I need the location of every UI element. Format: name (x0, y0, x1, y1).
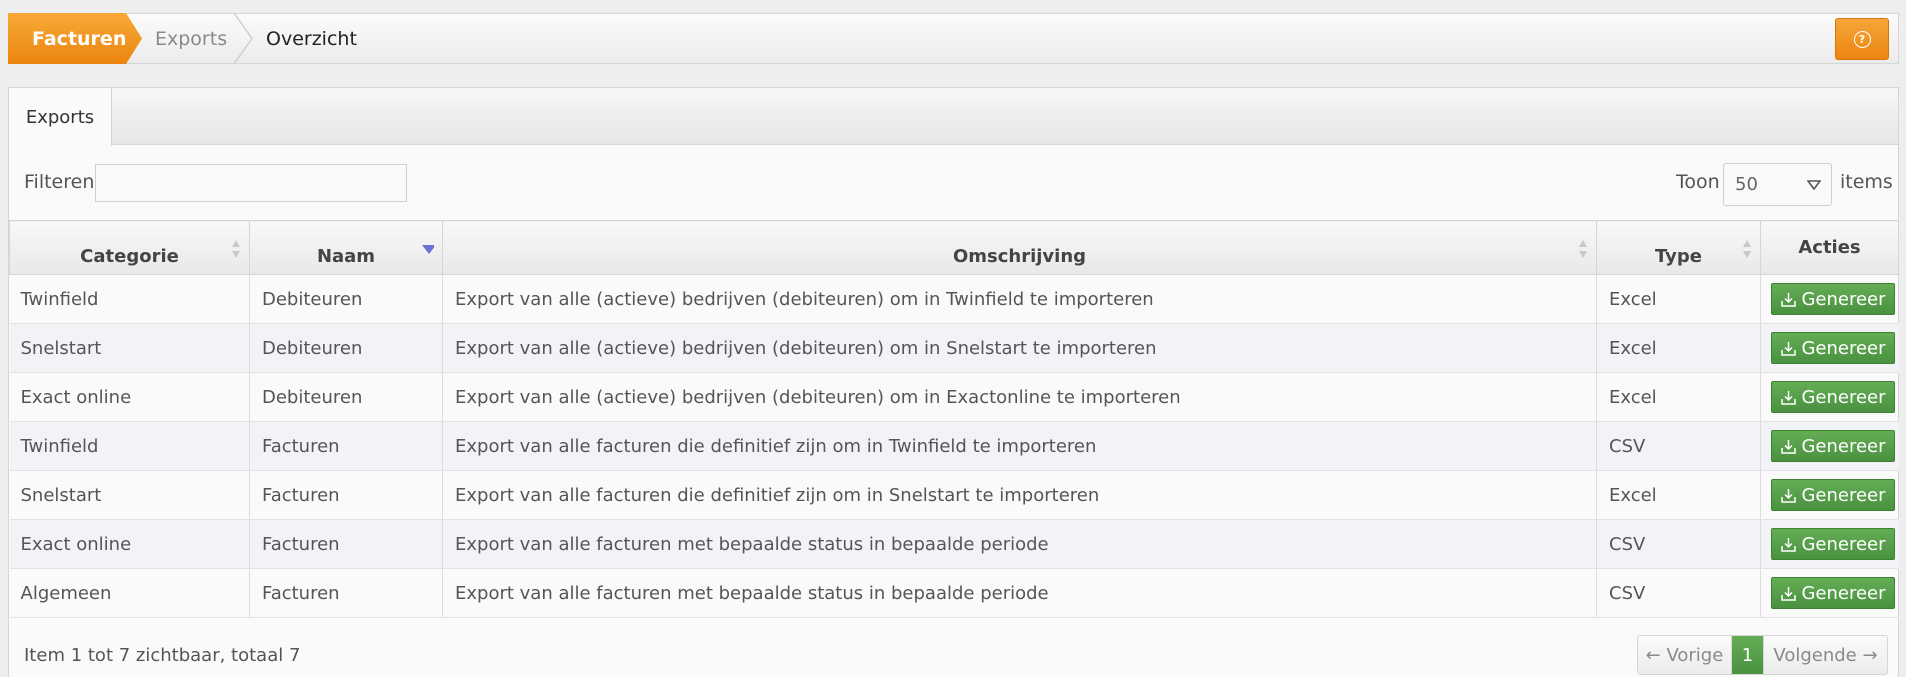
breadcrumb-overzicht: Overzicht (266, 27, 357, 50)
help-button[interactable]: ? (1835, 18, 1889, 60)
download-icon (1781, 292, 1797, 307)
generate-button[interactable]: Genereer (1771, 479, 1895, 511)
pagination-info: Item 1 tot 7 zichtbaar, totaal 7 (24, 645, 301, 666)
download-icon (1781, 390, 1797, 405)
table-header-row: Categorie Naam Omschrijving Type Acties (9, 220, 1899, 275)
generate-button[interactable]: Genereer (1771, 577, 1895, 609)
cell-naam: Facturen (249, 421, 443, 471)
generate-button[interactable]: Genereer (1771, 283, 1895, 315)
cell-omschrijving: Export van alle (actieve) bedrijven (deb… (442, 323, 1597, 373)
page-size-suffix: items (1840, 171, 1893, 193)
generate-button[interactable]: Genereer (1771, 381, 1895, 413)
cell-omschrijving: Export van alle (actieve) bedrijven (deb… (442, 372, 1597, 422)
cell-categorie: Twinfield (9, 274, 250, 324)
cell-naam: Facturen (249, 568, 443, 618)
generate-button[interactable]: Genereer (1771, 430, 1895, 462)
cell-categorie: Algemeen (9, 568, 250, 618)
download-icon (1781, 488, 1797, 503)
generate-button[interactable]: Genereer (1771, 332, 1895, 364)
cell-type: Excel (1596, 372, 1761, 422)
cell-acties: Genereer (1760, 470, 1899, 520)
chevron-down-icon (1807, 180, 1821, 190)
table-row: Twinfield Debiteuren Export van alle (ac… (9, 274, 1899, 324)
table-row: Snelstart Debiteuren Export van alle (ac… (9, 323, 1899, 373)
column-header-naam[interactable]: Naam (249, 220, 443, 275)
help-icon: ? (1853, 30, 1871, 48)
cell-acties: Genereer (1760, 568, 1899, 618)
cell-omschrijving: Export van alle (actieve) bedrijven (deb… (442, 274, 1597, 324)
cell-omschrijving: Export van alle facturen die definitief … (442, 421, 1597, 471)
table-row: Twinfield Facturen Export van alle factu… (9, 421, 1899, 471)
breadcrumb-bar: Facturen Exports Overzicht ? (8, 13, 1899, 64)
cell-categorie: Exact online (9, 372, 250, 422)
breadcrumb-exports[interactable]: Exports (155, 13, 227, 64)
cell-naam: Facturen (249, 519, 443, 569)
column-header-categorie[interactable]: Categorie (9, 220, 250, 275)
cell-acties: Genereer (1760, 274, 1899, 324)
pagination-prev-button[interactable]: ← Vorige (1638, 636, 1732, 674)
cell-omschrijving: Export van alle facturen met bepaalde st… (442, 519, 1597, 569)
sort-descending-icon (422, 245, 434, 254)
cell-naam: Debiteuren (249, 274, 443, 324)
cell-categorie: Exact online (9, 519, 250, 569)
cell-type: CSV (1596, 568, 1761, 618)
cell-type: CSV (1596, 519, 1761, 569)
cell-type: Excel (1596, 323, 1761, 373)
cell-categorie: Twinfield (9, 421, 250, 471)
cell-omschrijving: Export van alle facturen met bepaalde st… (442, 568, 1597, 618)
exports-panel: Exports Filteren Toon 50 items Categorie… (8, 87, 1899, 677)
tab-bar: Exports (9, 88, 1898, 146)
pagination-page-1[interactable]: 1 (1732, 636, 1763, 674)
column-header-acties: Acties (1760, 220, 1899, 275)
page-size-label: Toon (1676, 171, 1720, 193)
cell-acties: Genereer (1760, 519, 1899, 569)
cell-categorie: Snelstart (9, 470, 250, 520)
table-row: Exact online Facturen Export van alle fa… (9, 519, 1899, 569)
cell-naam: Facturen (249, 470, 443, 520)
breadcrumb-home[interactable]: Facturen (8, 13, 142, 64)
cell-acties: Genereer (1760, 372, 1899, 422)
filter-label: Filteren (24, 171, 95, 193)
cell-categorie: Snelstart (9, 323, 250, 373)
sort-icon (1579, 240, 1587, 258)
sort-icon (232, 240, 240, 258)
pagination: ← Vorige 1 Volgende → (1637, 635, 1888, 675)
cell-omschrijving: Export van alle facturen die definitief … (442, 470, 1597, 520)
sort-icon (1743, 240, 1751, 258)
download-icon (1781, 341, 1797, 356)
download-icon (1781, 439, 1797, 454)
cell-type: Excel (1596, 470, 1761, 520)
cell-type: Excel (1596, 274, 1761, 324)
generate-button[interactable]: Genereer (1771, 528, 1895, 560)
page-size-value: 50 (1735, 174, 1758, 195)
page-size-select[interactable]: 50 (1723, 163, 1832, 206)
table-row: Exact online Debiteuren Export van alle … (9, 372, 1899, 422)
cell-naam: Debiteuren (249, 323, 443, 373)
pagination-next-button[interactable]: Volgende → (1763, 636, 1887, 674)
cell-acties: Genereer (1760, 323, 1899, 373)
table-row: Algemeen Facturen Export van alle factur… (9, 568, 1899, 618)
cell-type: CSV (1596, 421, 1761, 471)
breadcrumb-separator (233, 13, 253, 64)
filter-input[interactable] (95, 164, 407, 202)
cell-naam: Debiteuren (249, 372, 443, 422)
download-icon (1781, 537, 1797, 552)
column-header-type[interactable]: Type (1596, 220, 1761, 275)
exports-table: Categorie Naam Omschrijving Type Acties (9, 220, 1899, 618)
table-row: Snelstart Facturen Export van alle factu… (9, 470, 1899, 520)
tab-exports[interactable]: Exports (9, 88, 112, 146)
cell-acties: Genereer (1760, 421, 1899, 471)
download-icon (1781, 586, 1797, 601)
column-header-omschrijving[interactable]: Omschrijving (442, 220, 1597, 275)
